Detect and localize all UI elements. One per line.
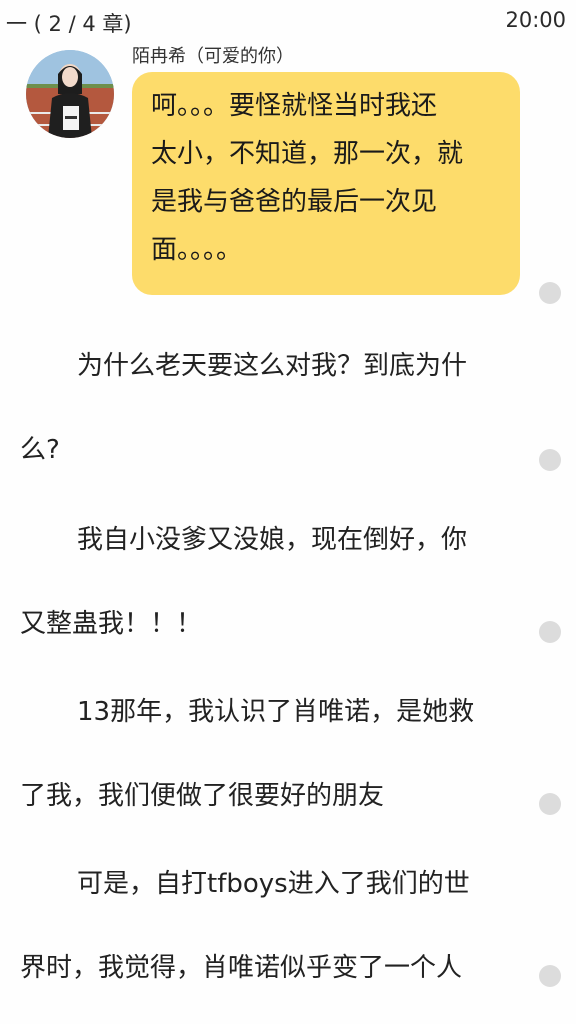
chapter-progress: 一 ( 2 / 4 章) [6, 12, 132, 36]
chat-bubble-line: 面。。。。 [151, 235, 243, 265]
story-paragraph: 我自小没爹又没娘，现在倒好，你又整蛊我！！！ [20, 498, 520, 666]
chat-bubble-line: 是我与爸爸的最后一次见 [151, 187, 438, 217]
story-paragraph: 可是，自打tfboys进入了我们的世界时，我觉得，肖唯诺似乎变了一个人 [20, 842, 520, 1010]
comment-dot-button[interactable] [539, 449, 561, 471]
comment-dot-button[interactable] [539, 621, 561, 643]
paragraph-line: 可是，自打tfboys进入了我们的世 [77, 869, 470, 899]
chat-bubble[interactable]: 呵。。。要怪就怪当时我还 太小，不知道，那一次，就 是我与爸爸的最后一次见 面。。。。 [132, 72, 520, 295]
comment-dot-button[interactable] [539, 965, 561, 987]
paragraph-line: 我自小没爹又没娘，现在倒好，你 [77, 525, 468, 555]
story-paragraph: 13那年，我认识了肖唯诺，是她救了我，我们便做了很要好的朋友 [20, 670, 520, 838]
clock-time: 20:00 [505, 8, 566, 32]
paragraph-line: 为什么老天要这么对我？到底为什 [77, 351, 468, 381]
user-avatar-photo-icon [26, 50, 114, 138]
sender-name: 陌冉希（可爱的你） [132, 46, 294, 67]
paragraph-line: 界时，我觉得，肖唯诺似乎变了一个人 [20, 953, 463, 983]
paragraph-line: 又整蛊我！！！ [20, 609, 203, 639]
chat-bubble-line: 呵。。。要怪就怪当时我还 [151, 91, 438, 121]
comment-dot-button[interactable] [539, 282, 561, 304]
chat-bubble-line: 太小，不知道，那一次，就 [151, 139, 464, 169]
story-paragraph: 为什么老天要这么对我？到底为什么? [20, 324, 520, 492]
paragraph-line: 么? [20, 435, 60, 465]
comment-dot-button[interactable] [539, 793, 561, 815]
paragraph-line: 了我，我们便做了很要好的朋友 [20, 781, 385, 811]
paragraph-line: 13那年，我认识了肖唯诺，是她救 [77, 697, 475, 727]
avatar[interactable] [26, 50, 114, 138]
